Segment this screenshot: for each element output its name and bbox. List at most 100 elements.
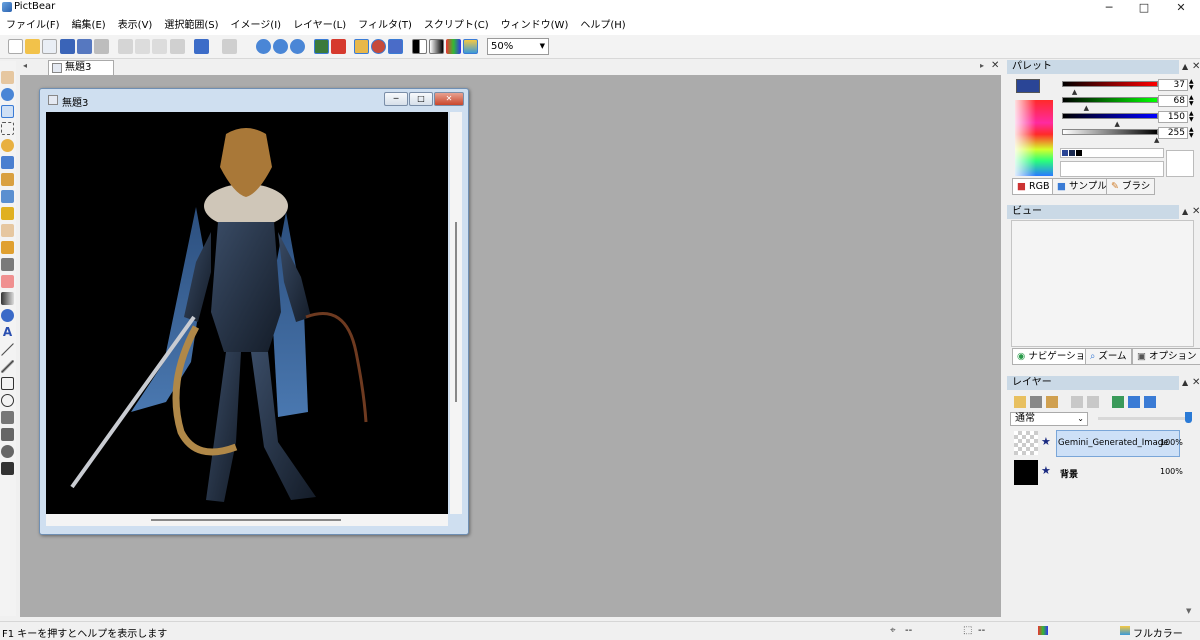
- maximize-button[interactable]: □: [1127, 0, 1161, 16]
- blue-slider[interactable]: [1062, 113, 1158, 119]
- rectangle-icon[interactable]: [1, 377, 14, 390]
- tab-brush[interactable]: ✎ ブラシ: [1106, 178, 1156, 195]
- menu-edit[interactable]: 編集(E): [66, 16, 112, 35]
- horizontal-scroll-thumb[interactable]: [151, 519, 341, 521]
- filled-polygon-icon[interactable]: [1, 462, 14, 475]
- background-color-swatch[interactable]: [1166, 150, 1194, 177]
- panel-close-icon[interactable]: ✕: [1192, 206, 1200, 217]
- history-swatch-1[interactable]: [1062, 150, 1068, 156]
- full-color-icon[interactable]: [463, 39, 478, 54]
- color-channels-icon[interactable]: [446, 39, 461, 54]
- green-slider-marker[interactable]: ▲: [1084, 104, 1089, 112]
- vertical-scrollbar[interactable]: [450, 112, 462, 514]
- alpha-spinner-icon[interactable]: ▲ ▼: [1189, 127, 1194, 139]
- menu-selection[interactable]: 選択範囲(S): [158, 16, 224, 35]
- new-layer-icon[interactable]: [1014, 396, 1026, 408]
- tab-close-icon[interactable]: ✕: [991, 60, 999, 71]
- lasso-icon[interactable]: [1, 139, 14, 152]
- image-canvas[interactable]: [46, 112, 448, 514]
- minimize-button[interactable]: ─: [1092, 0, 1126, 16]
- layer-properties-icon[interactable]: [1046, 396, 1058, 408]
- filled-ellipse-icon[interactable]: [1, 445, 14, 458]
- red-slider-marker[interactable]: ▲: [1072, 88, 1077, 96]
- redo-icon[interactable]: [222, 39, 237, 54]
- tab-zoom[interactable]: ⌕ ズーム: [1085, 348, 1132, 365]
- collapse-icon[interactable]: ▲: [1182, 378, 1188, 387]
- zoom-out-icon[interactable]: [273, 39, 288, 54]
- zoom-select[interactable]: 50% ▼: [487, 38, 549, 55]
- tab-options[interactable]: ▣ オプション: [1132, 348, 1200, 365]
- horizontal-scrollbar[interactable]: [46, 514, 448, 526]
- layer-opacity-thumb[interactable]: [1185, 412, 1192, 423]
- layer-scroll-down-icon[interactable]: ▼: [1186, 607, 1191, 615]
- foreground-color-swatch[interactable]: [1016, 79, 1040, 93]
- grayscale-icon[interactable]: [412, 39, 427, 54]
- history-swatch-2[interactable]: [1069, 150, 1075, 156]
- document-window[interactable]: 無題3 ─ □ ✕: [39, 88, 469, 535]
- close-button[interactable]: ✕: [1164, 0, 1198, 16]
- panel-close-icon[interactable]: ✕: [1192, 61, 1200, 72]
- stamp-icon[interactable]: [1, 309, 14, 322]
- open-folder-icon[interactable]: [25, 39, 40, 54]
- green-spinner-icon[interactable]: ▲ ▼: [1189, 95, 1194, 107]
- move-tool-icon[interactable]: [1, 105, 14, 118]
- blue-value-input[interactable]: 150: [1158, 111, 1188, 123]
- line-tool-icon[interactable]: [1, 343, 14, 356]
- menu-script[interactable]: スクリプト(C): [418, 16, 495, 35]
- menu-help[interactable]: ヘルプ(H): [574, 16, 631, 35]
- tab-sample[interactable]: ■ サンプル: [1052, 178, 1112, 195]
- text-tool-icon[interactable]: A: [1, 326, 14, 339]
- polygon-icon[interactable]: [1, 411, 14, 424]
- show-layer-icon[interactable]: [331, 39, 346, 54]
- print-icon[interactable]: [94, 39, 109, 54]
- smudge-icon[interactable]: [1, 224, 14, 237]
- doc-maximize-button[interactable]: □: [409, 92, 433, 106]
- green-slider[interactable]: [1062, 97, 1158, 103]
- save-icon[interactable]: [60, 39, 75, 54]
- curve-tool-icon[interactable]: [1, 360, 14, 373]
- alpha-slider[interactable]: [1062, 129, 1158, 135]
- doc-minimize-button[interactable]: ─: [384, 92, 408, 106]
- tab-scroll-left-icon[interactable]: ◂: [23, 61, 27, 70]
- menu-view[interactable]: 表示(V): [112, 16, 159, 35]
- brush-icon[interactable]: [1, 173, 14, 186]
- ellipse-icon[interactable]: [1, 394, 14, 407]
- copy-document-icon[interactable]: [42, 39, 57, 54]
- copy-icon[interactable]: [135, 39, 150, 54]
- zoom-in-icon[interactable]: [256, 39, 271, 54]
- blend-mode-select[interactable]: 通常 ⌄: [1010, 412, 1088, 426]
- pen-icon[interactable]: [1, 156, 14, 169]
- zoom-fit-icon[interactable]: [290, 39, 305, 54]
- vertical-scroll-thumb[interactable]: [455, 222, 457, 402]
- menu-image[interactable]: イメージ(I): [225, 16, 288, 35]
- new-file-icon[interactable]: [8, 39, 23, 54]
- eraser-icon[interactable]: [1, 275, 14, 288]
- palette-panel-icon[interactable]: [354, 39, 369, 54]
- save-all-icon[interactable]: [77, 39, 92, 54]
- delete-icon[interactable]: [170, 39, 185, 54]
- panel-close-icon[interactable]: ✕: [1192, 377, 1200, 388]
- blue-slider-marker[interactable]: ▲: [1114, 120, 1119, 128]
- move-layer-up-icon[interactable]: [1071, 396, 1083, 408]
- red-slider[interactable]: [1062, 81, 1158, 87]
- alpha-value-input[interactable]: 255: [1158, 127, 1188, 139]
- undo-icon[interactable]: [194, 39, 209, 54]
- layer-row[interactable]: ★ 背景 100%: [1012, 459, 1183, 487]
- merge-down-icon[interactable]: [1112, 396, 1124, 408]
- tab-document[interactable]: 無題3: [48, 60, 114, 76]
- menu-filter[interactable]: フィルタ(T): [352, 16, 418, 35]
- merge-visible-icon[interactable]: [1128, 396, 1140, 408]
- show-image-icon[interactable]: [314, 39, 329, 54]
- eyedropper-icon[interactable]: [1, 258, 14, 271]
- layer-opacity-slider[interactable]: [1098, 417, 1188, 420]
- gradient-icon[interactable]: [429, 39, 444, 54]
- paste-icon[interactable]: [152, 39, 167, 54]
- menu-layer[interactable]: レイヤー(L): [287, 16, 352, 35]
- filled-rect-icon[interactable]: [1, 428, 14, 441]
- red-value-input[interactable]: 37: [1158, 79, 1188, 91]
- menu-file[interactable]: ファイル(F): [0, 16, 66, 35]
- airbrush-icon[interactable]: [1, 190, 14, 203]
- layer-panel-icon[interactable]: [388, 39, 403, 54]
- collapse-icon[interactable]: ▲: [1182, 62, 1188, 71]
- view-panel-icon[interactable]: [371, 39, 386, 54]
